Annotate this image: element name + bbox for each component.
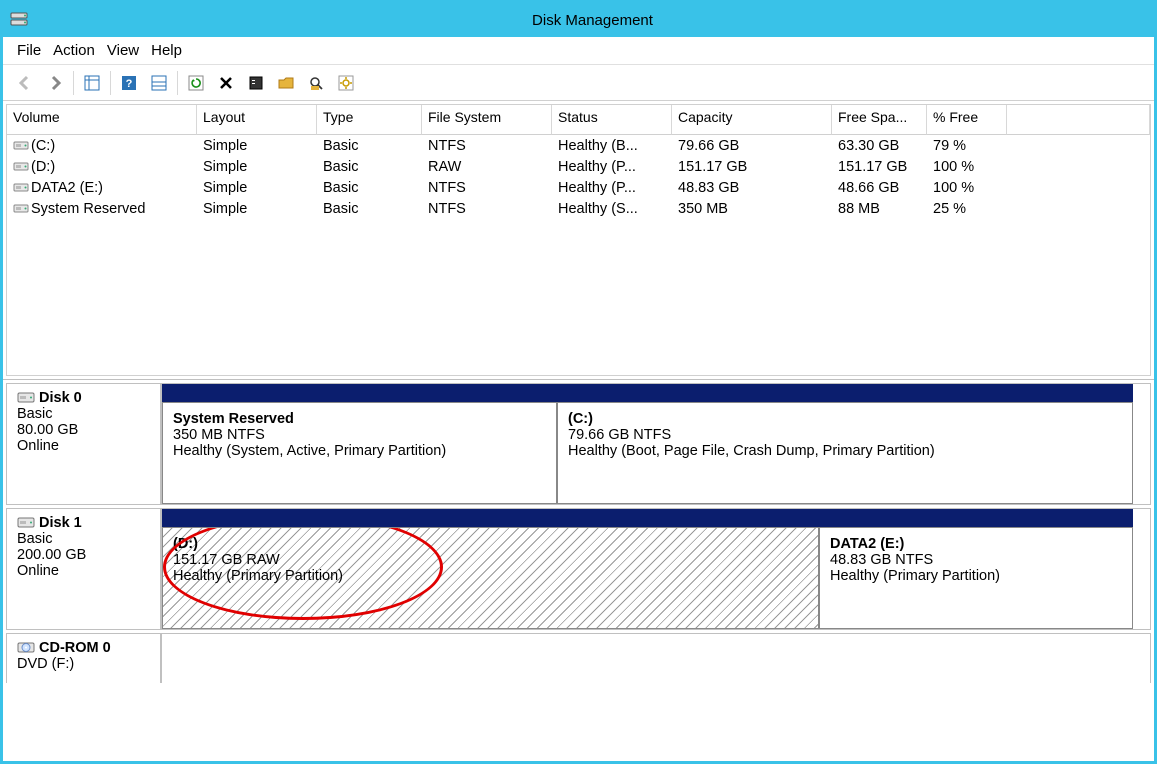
graphical-view: Disk 0Basic80.00 GBOnlineSystem Reserved… [3, 379, 1154, 683]
col-filesystem[interactable]: File System [422, 105, 552, 135]
titlebar[interactable]: Disk Management [3, 3, 1154, 37]
col-volume[interactable]: Volume [7, 105, 197, 135]
menu-view[interactable]: View [107, 42, 139, 59]
forward-icon[interactable] [43, 71, 67, 95]
find-icon[interactable] [304, 71, 328, 95]
refresh-icon[interactable] [184, 71, 208, 95]
menu-action[interactable]: Action [53, 42, 95, 59]
window: Disk Management File Action View Help ? … [0, 0, 1157, 764]
menubar: File Action View Help [3, 37, 1154, 65]
menu-help[interactable]: Help [151, 42, 182, 59]
back-icon[interactable] [13, 71, 37, 95]
col-freespace[interactable]: Free Spa... [832, 105, 927, 135]
settings-icon[interactable] [334, 71, 358, 95]
disk-management-icon [9, 10, 29, 30]
window-title: Disk Management [37, 12, 1148, 29]
disk-row: Disk 0Basic80.00 GBOnlineSystem Reserved… [6, 383, 1151, 505]
menu-file[interactable]: File [17, 42, 41, 59]
col-type[interactable]: Type [317, 105, 422, 135]
delete-icon[interactable] [214, 71, 238, 95]
volume-row[interactable]: DATA2 (E:)SimpleBasicNTFSHealthy (P...48… [7, 177, 1150, 198]
disk-row: CD-ROM 0DVD (F:) [6, 633, 1151, 683]
svg-text:?: ? [126, 78, 133, 90]
column-headers[interactable]: Volume Layout Type File System Status Ca… [7, 105, 1150, 135]
col-layout[interactable]: Layout [197, 105, 317, 135]
help-icon[interactable]: ? [117, 71, 141, 95]
partition-box[interactable]: DATA2 (E:)48.83 GB NTFSHealthy (Primary … [819, 509, 1133, 629]
volume-list: Volume Layout Type File System Status Ca… [6, 104, 1151, 376]
grid-icon[interactable] [80, 71, 104, 95]
toolbar: ? [3, 65, 1154, 101]
col-capacity[interactable]: Capacity [672, 105, 832, 135]
partition-box[interactable]: (D:)151.17 GB RAWHealthy (Primary Partit… [162, 509, 819, 629]
col-pctfree[interactable]: % Free [927, 105, 1007, 135]
disk-row: Disk 1Basic200.00 GBOnline(D:)151.17 GB … [6, 508, 1151, 630]
open-icon[interactable] [274, 71, 298, 95]
partition-box[interactable]: System Reserved350 MB NTFSHealthy (Syste… [162, 384, 557, 504]
partition-box[interactable]: (C:)79.66 GB NTFSHealthy (Boot, Page Fil… [557, 384, 1133, 504]
volume-row[interactable]: (C:)SimpleBasicNTFSHealthy (B...79.66 GB… [7, 135, 1150, 156]
volume-row[interactable]: System ReservedSimpleBasicNTFSHealthy (S… [7, 198, 1150, 219]
volume-row[interactable]: (D:)SimpleBasicRAWHealthy (P...151.17 GB… [7, 156, 1150, 177]
col-status[interactable]: Status [552, 105, 672, 135]
properties-icon[interactable] [244, 71, 268, 95]
list-icon[interactable] [147, 71, 171, 95]
